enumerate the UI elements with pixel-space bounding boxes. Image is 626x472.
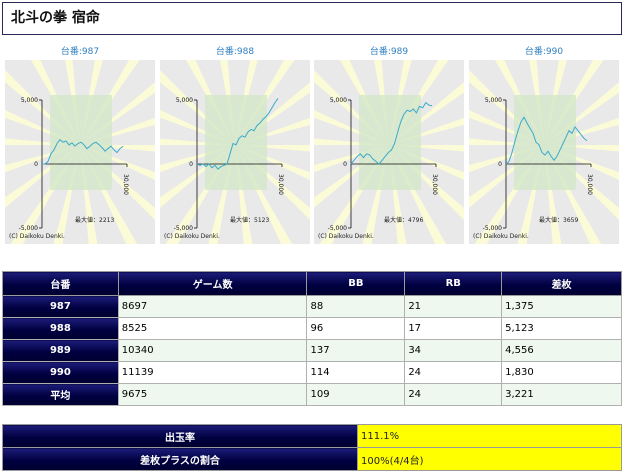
y-tick-label-zero: 0: [498, 161, 502, 168]
col-header-games: ゲーム数: [117, 271, 308, 296]
table-cell: 4,556: [501, 339, 622, 362]
payout-rate-value: 111.1%: [357, 424, 622, 448]
max-value-label: 最大値：5123: [230, 217, 270, 224]
plus-ratio-label: 差枚プラスの割合: [2, 447, 358, 471]
table-cell: 24: [404, 383, 503, 406]
graph-cell: 台番:990 5,000 0 -5,000 30,000 最大値：3659 (C) Daik…: [469, 45, 619, 244]
table-cell: 1,375: [501, 295, 622, 318]
table-cell: 114: [306, 361, 406, 384]
graph-cell: 台番:989 5,000 0 -5,000 30,000 最大値：4796 (C) Daik…: [314, 45, 464, 244]
y-tick-label-top: 5,000: [330, 97, 347, 104]
table-row: 988 8525 96 17 5,123: [2, 317, 622, 340]
y-tick-label-zero: 0: [34, 161, 38, 168]
table-cell: 96: [306, 317, 406, 340]
copyright-text: (C) Daikoku Denki.: [473, 233, 529, 240]
table-cell: 17: [404, 317, 503, 340]
col-header-machine: 台番: [2, 271, 119, 296]
table-cell: 5,123: [501, 317, 622, 340]
slump-graph: 5,000 0 -5,000 30,000 最大値：4796 (C) Daikoku De…: [314, 60, 464, 244]
graph-machine-label[interactable]: 台番:987: [5, 45, 155, 60]
y-tick-label-top: 5,000: [485, 97, 502, 104]
summary-row: 出玉率 111.1%: [2, 424, 622, 448]
table-row: 平均 9675 109 24 3,221: [2, 383, 622, 406]
row-machine-cell[interactable]: 989: [2, 339, 119, 362]
row-machine-cell[interactable]: 990: [2, 361, 119, 384]
row-machine-cell[interactable]: 平均: [2, 383, 119, 406]
table-cell: 9675: [117, 383, 308, 406]
y-tick-label-top: 5,000: [176, 97, 193, 104]
page-title: 北斗の拳 宿命: [2, 2, 622, 35]
graph-watermark: [205, 95, 267, 190]
y-tick-label-bottom: -5,000: [174, 225, 194, 232]
summary-row: 差枚プラスの割合 100%(4/4台): [2, 447, 622, 471]
summary-table: 出玉率 111.1% 差枚プラスの割合 100%(4/4台): [2, 424, 622, 471]
table-cell: 137: [306, 339, 406, 362]
row-machine-cell[interactable]: 988: [2, 317, 119, 340]
graph-cell: 台番:987 5,000 0 -5,000 30,000 最大値：2213 (C) Daik…: [5, 45, 155, 244]
table-cell: 1,830: [501, 361, 622, 384]
table-cell: 109: [306, 383, 406, 406]
machine-data-table: 台番 ゲーム数 BB RB 差枚 987 8697 88 21 1,375 988 8525…: [2, 271, 622, 406]
slump-graph: 5,000 0 -5,000 30,000 最大値：2213 (C) Daikoku De…: [5, 60, 155, 244]
x-tick-label: 30,000: [586, 174, 593, 195]
table-cell: 34: [404, 339, 503, 362]
graph-machine-label[interactable]: 台番:988: [160, 45, 310, 60]
max-value-label: 最大値：2213: [75, 217, 115, 224]
row-machine-cell[interactable]: 987: [2, 295, 119, 318]
table-cell: 8525: [117, 317, 308, 340]
table-row: 990 11139 114 24 1,830: [2, 361, 622, 384]
slump-graph: 5,000 0 -5,000 30,000 最大値：3659 (C) Daikoku De…: [469, 60, 619, 244]
copyright-text: (C) Daikoku Denki.: [9, 233, 65, 240]
table-header-row: 台番 ゲーム数 BB RB 差枚: [2, 271, 622, 296]
y-tick-label-bottom: -5,000: [19, 225, 39, 232]
x-tick-label: 30,000: [277, 174, 284, 195]
table-cell: 11139: [117, 361, 308, 384]
y-tick-label-bottom: -5,000: [483, 225, 503, 232]
x-tick-label: 30,000: [122, 174, 129, 195]
table-cell: 10340: [117, 339, 308, 362]
payout-rate-label: 出玉率: [2, 424, 358, 448]
copyright-text: (C) Daikoku Denki.: [318, 233, 374, 240]
graph-cell: 台番:988 5,000 0 -5,000 30,000 最大値：5123 (C) Daik…: [160, 45, 310, 244]
x-tick-label: 30,000: [431, 174, 438, 195]
col-header-rb: RB: [404, 271, 503, 296]
y-tick-label-zero: 0: [189, 161, 193, 168]
table-row: 989 10340 137 34 4,556: [2, 339, 622, 362]
y-tick-label-bottom: -5,000: [328, 225, 348, 232]
table-cell: 24: [404, 361, 503, 384]
col-header-diff: 差枚: [501, 271, 622, 296]
y-tick-label-top: 5,000: [21, 97, 38, 104]
table-cell: 3,221: [501, 383, 622, 406]
col-header-bb: BB: [306, 271, 406, 296]
max-value-label: 最大値：4796: [384, 217, 424, 224]
graph-machine-label[interactable]: 台番:990: [469, 45, 619, 60]
graph-machine-label[interactable]: 台番:989: [314, 45, 464, 60]
graph-watermark: [514, 95, 576, 190]
plus-ratio-value: 100%(4/4台): [357, 447, 622, 471]
table-cell: 88: [306, 295, 406, 318]
table-cell: 8697: [117, 295, 308, 318]
table-row: 987 8697 88 21 1,375: [2, 295, 622, 318]
graph-watermark: [359, 95, 421, 190]
max-value-label: 最大値：3659: [539, 217, 579, 224]
slump-graph: 5,000 0 -5,000 30,000 最大値：5123 (C) Daikoku De…: [160, 60, 310, 244]
table-cell: 21: [404, 295, 503, 318]
y-tick-label-zero: 0: [343, 161, 347, 168]
copyright-text: (C) Daikoku Denki.: [164, 233, 220, 240]
